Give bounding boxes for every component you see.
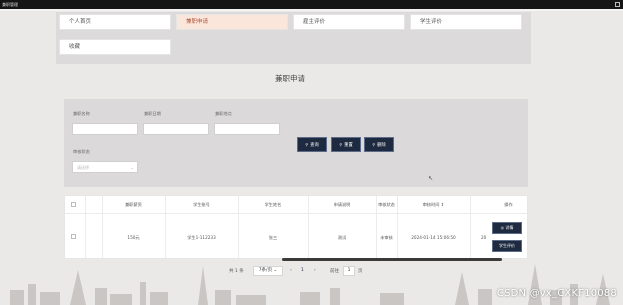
review-status-placeholder: 请选择 (77, 165, 89, 170)
review-status-label: 审核状态 (73, 149, 90, 154)
detail-icon: ◎ (500, 225, 505, 230)
table-header-time[interactable]: 审核时间 ⇕ (397, 202, 470, 208)
job-date-label: 兼职日期 (144, 111, 161, 116)
header-strip (0, 9, 623, 11)
student-review-button[interactable]: 学生评价 (492, 240, 522, 252)
job-name-input[interactable] (72, 123, 138, 135)
window-titlebar: 兼职管理 (0, 0, 623, 9)
watermark-text: CSDN @vx_CXKF10088 (496, 288, 617, 299)
table-horizontal-scrollbar[interactable] (282, 258, 502, 261)
review-status-select[interactable]: 请选择 ⌄ (72, 161, 138, 173)
delete-button[interactable]: ⚲ 删除 (364, 137, 394, 152)
job-name-label: 兼职名称 (73, 111, 90, 116)
table-header-note: 申请说明 (333, 202, 351, 207)
nav-item-job-application[interactable]: 兼职申请 (176, 14, 288, 30)
detail-button[interactable]: ◎ 详情 (492, 222, 522, 234)
cell-account: 学生1-112233 (187, 235, 216, 240)
table-header-name: 学生姓名 (264, 202, 282, 207)
search-icon: ⚲ (372, 142, 376, 147)
cell-overflow-text: 20 (481, 235, 487, 240)
cell-name: 张三 (268, 235, 278, 240)
window-title: 兼职管理 (2, 2, 18, 7)
delete-button-label: 删除 (377, 143, 386, 148)
application-table: 兼职薪资 学生账号 学生姓名 申请说明 审核状态 审核时间 ⇕ 操作 150元 … (64, 195, 528, 259)
table-header-salary: 兼职薪资 (125, 202, 142, 207)
cell-status: 未审核 (380, 235, 393, 240)
fullscreen-icon[interactable] (615, 2, 620, 7)
nav-item-favorites[interactable]: 收藏 (59, 39, 171, 55)
cell-time: 2024-01-14 15:06:50 (411, 235, 456, 240)
sort-icon[interactable]: ⇕ (441, 202, 445, 207)
table-header-actions: 操作 (504, 202, 513, 207)
chevron-down-icon: ⌄ (130, 165, 134, 170)
query-button-label: 查询 (310, 143, 319, 148)
reset-button[interactable]: ⚲ 重置 (331, 137, 361, 152)
table-header-status: 审核状态 (378, 202, 395, 207)
job-place-label: 兼职地点 (215, 111, 232, 116)
job-date-input[interactable] (143, 123, 209, 135)
search-panel: 兼职名称 兼职日期 兼职地点 审核状态 请选择 ⌄ ⚲ 查询 ⚲ 重置 ⚲ 删除 (64, 99, 528, 187)
nav-panel: 个人首页 兼职申请 雇主评价 学生评价 收藏 (56, 12, 531, 64)
mouse-cursor-icon: ↖ (428, 175, 434, 182)
cell-note: 测试 (337, 235, 347, 240)
cell-salary: 150元 (127, 235, 140, 240)
nav-item-employer-review[interactable]: 雇主评价 (293, 14, 405, 30)
student-review-button-label: 学生评价 (499, 243, 515, 248)
nav-item-home[interactable]: 个人首页 (59, 14, 171, 30)
detail-button-label: 详情 (505, 225, 514, 230)
nav-item-student-review[interactable]: 学生评价 (410, 14, 522, 30)
search-icon: ⚲ (305, 142, 309, 147)
row-checkbox[interactable] (71, 234, 76, 239)
table-header-account: 学生账号 (193, 202, 210, 207)
search-icon: ⚲ (339, 142, 343, 147)
table-header-time-label: 审核时间 (422, 202, 440, 207)
job-place-input[interactable] (214, 123, 280, 135)
select-all-checkbox[interactable] (71, 202, 76, 207)
query-button[interactable]: ⚲ 查询 (297, 137, 327, 152)
reset-button-label: 重置 (344, 143, 353, 148)
page-title: 兼职申请 (275, 74, 305, 83)
